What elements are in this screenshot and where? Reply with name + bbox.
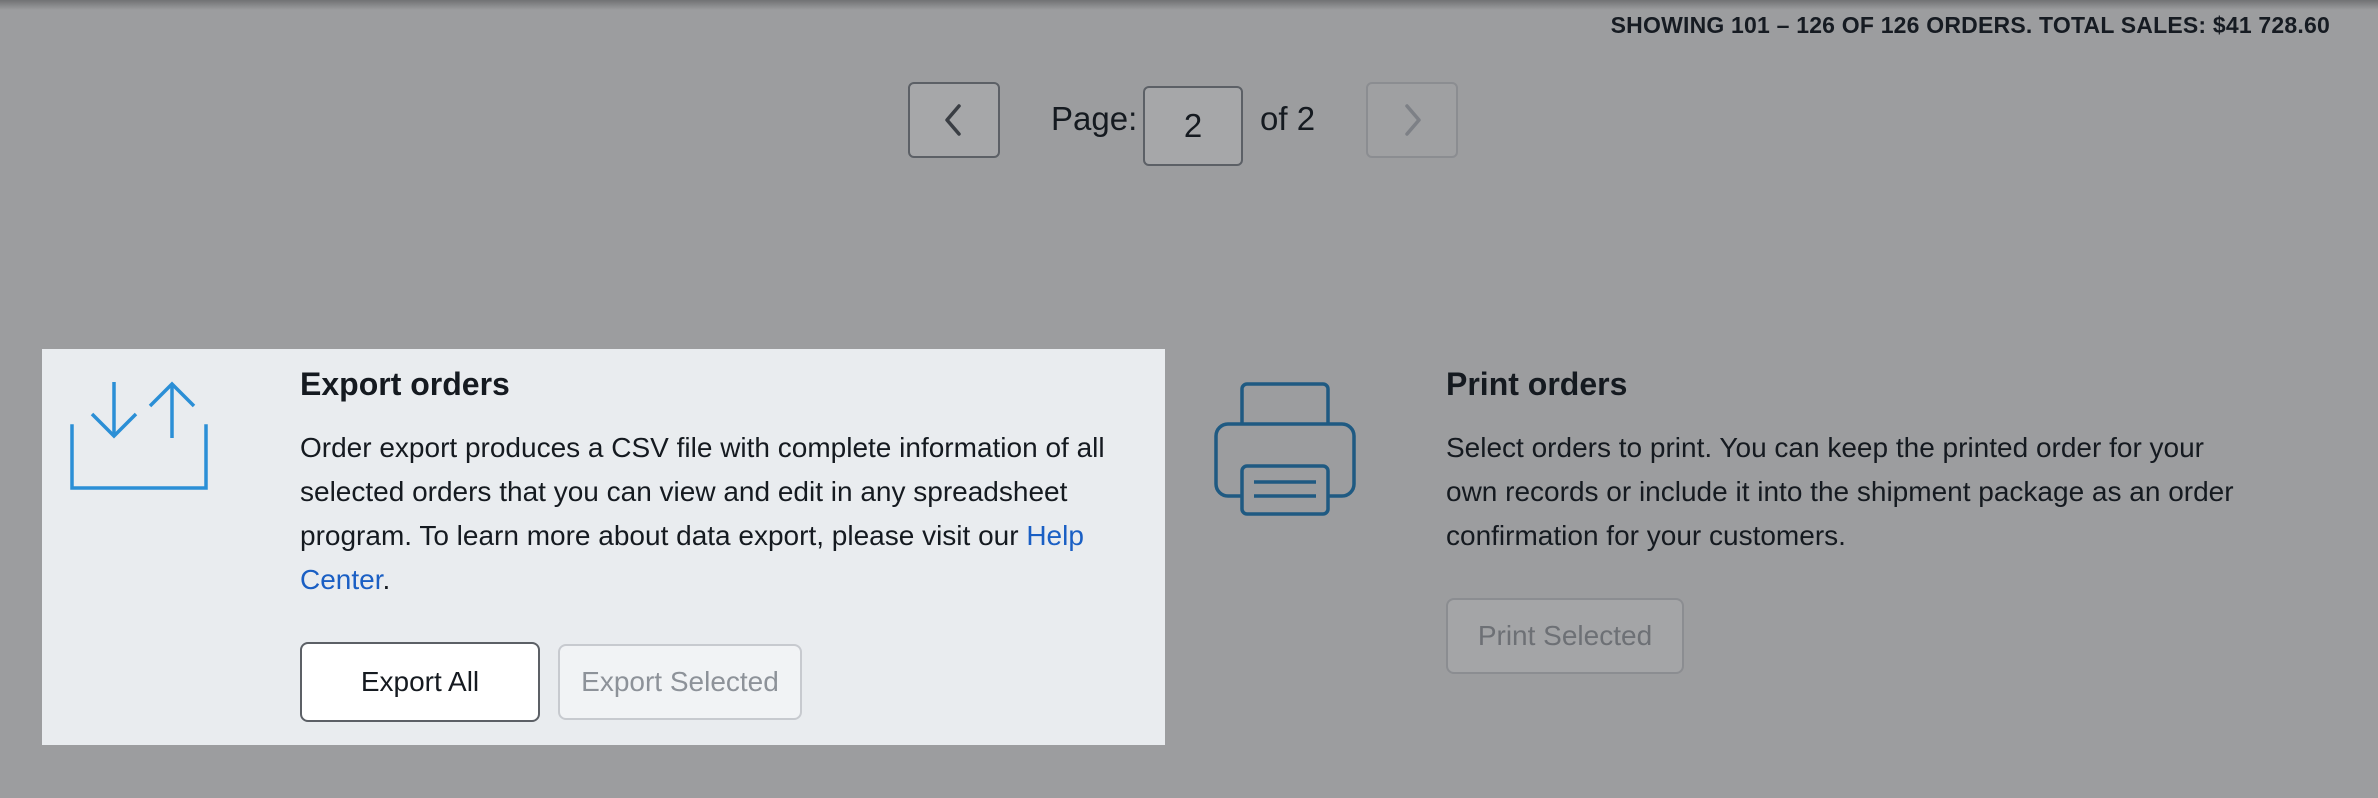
next-page-button[interactable] <box>1366 82 1458 158</box>
export-description-text: Order export produces a CSV file with co… <box>300 432 1105 551</box>
print-orders-description: Select orders to print. You can keep the… <box>1446 432 2234 551</box>
chevron-right-icon <box>1405 104 1421 136</box>
chevron-left-icon <box>945 104 961 136</box>
page-number-input[interactable] <box>1143 86 1243 166</box>
export-all-button[interactable]: Export All <box>300 642 540 722</box>
export-description-end: . <box>382 564 391 595</box>
export-upload-download-icon <box>70 381 208 490</box>
print-orders-title: Print orders <box>1446 366 1628 402</box>
printer-icon <box>1214 382 1356 516</box>
export-orders-description: Order export produces a CSV file with co… <box>300 426 1130 602</box>
page-count-label: of 2 <box>1260 100 1316 137</box>
export-selected-button[interactable]: Export Selected <box>558 644 802 720</box>
page-label: Page: <box>1051 100 1138 137</box>
previous-page-button[interactable] <box>908 82 1000 158</box>
print-selected-button[interactable]: Print Selected <box>1446 598 1684 674</box>
header-shadow <box>0 0 2378 10</box>
export-orders-title: Export orders <box>300 366 510 402</box>
orders-summary: SHOWING 101 – 126 OF 126 ORDERS. TOTAL S… <box>1610 12 2330 38</box>
